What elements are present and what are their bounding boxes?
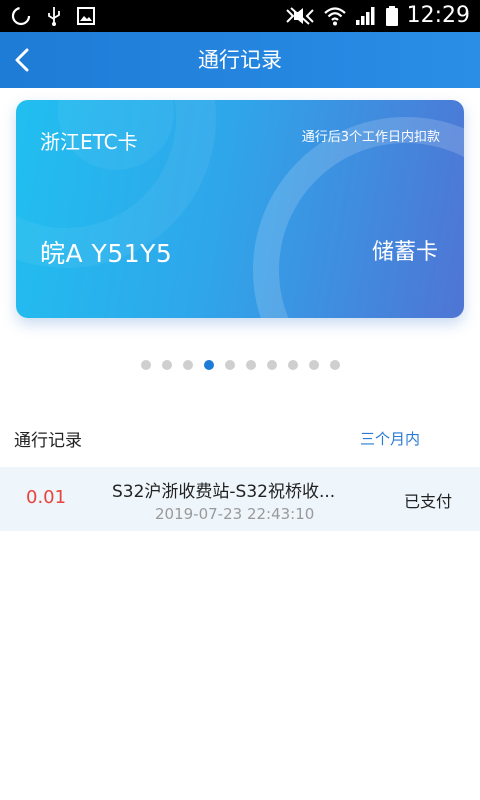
records-header: 通行记录 三个月内 <box>0 418 480 458</box>
status-time: 12:29 <box>406 3 470 28</box>
pager-dot[interactable] <box>161 360 172 370</box>
status-bar: 12:29 <box>0 0 480 32</box>
pager-dot[interactable] <box>203 360 214 370</box>
pager-dot[interactable] <box>329 360 340 370</box>
card-carousel[interactable]: 浙江ETC卡 通行后3个工作日内扣款 皖A Y51Y5 储蓄卡 <box>0 88 480 338</box>
record-route: S32沪浙收费站-S32祝桥收... <box>112 482 336 502</box>
signal-icon <box>355 7 375 25</box>
pager-dot[interactable] <box>287 360 298 370</box>
pager-dot[interactable] <box>266 360 277 370</box>
mute-icon <box>285 7 314 25</box>
card-type: 储蓄卡 <box>371 240 438 265</box>
page-title: 通行记录 <box>198 48 282 72</box>
pager-dot[interactable] <box>245 360 256 370</box>
app-bar: 通行记录 <box>0 32 480 88</box>
carousel-pager[interactable] <box>0 360 480 374</box>
image-icon <box>77 7 95 25</box>
battery-icon <box>385 6 398 26</box>
pager-dot[interactable] <box>308 360 319 370</box>
wifi-icon <box>323 7 346 26</box>
status-left-icons <box>10 4 96 28</box>
record-status: 已支付 <box>403 492 452 511</box>
usb-icon <box>48 7 60 26</box>
record-time: 2019-07-23 22:43:10 <box>155 505 315 523</box>
pager-dot[interactable] <box>224 360 235 370</box>
card-bank-name: 浙江ETC卡 <box>40 130 138 154</box>
record-amount: 0.01 <box>26 487 67 508</box>
pager-dot[interactable] <box>140 360 151 370</box>
sync-icon <box>11 6 31 26</box>
card-deduction-note: 通行后3个工作日内扣款 <box>301 130 440 145</box>
records-title: 通行记录 <box>14 431 82 451</box>
card-license-plate: 皖A Y51Y5 <box>40 239 173 268</box>
status-right-icons: 12:29 <box>285 4 470 28</box>
time-filter[interactable]: 三个月内 <box>360 428 420 449</box>
record-row[interactable]: 0.01 S32沪浙收费站-S32祝桥收... 2019-07-23 22:43… <box>0 467 480 531</box>
pager-dot[interactable] <box>182 360 193 370</box>
etc-card[interactable]: 浙江ETC卡 通行后3个工作日内扣款 皖A Y51Y5 储蓄卡 <box>16 100 464 318</box>
